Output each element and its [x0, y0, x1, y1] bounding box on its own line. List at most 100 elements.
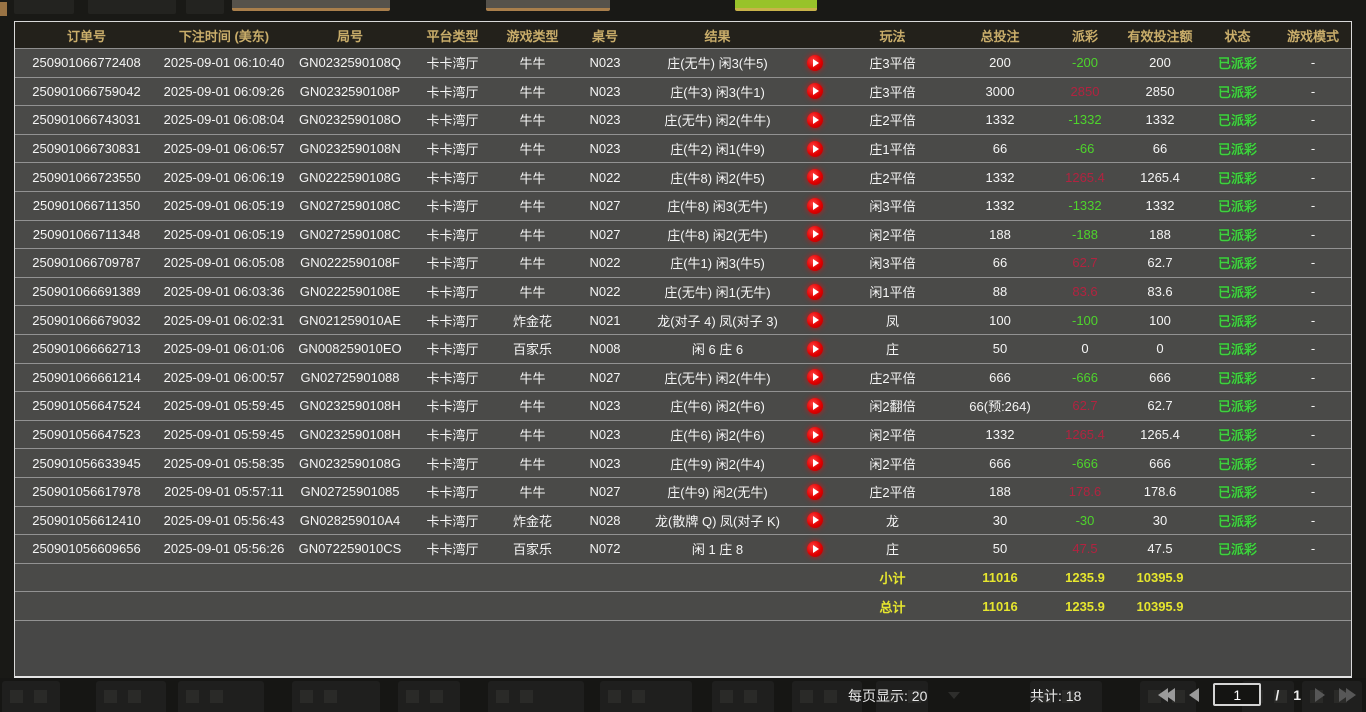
game-mode: -	[1275, 392, 1351, 420]
table-row[interactable]: 2509010667590422025-09-01 06:09:26GN0232…	[15, 78, 1351, 107]
ghost-tab	[712, 681, 774, 712]
result: 庄(牛9) 闲2(牛4)	[640, 449, 795, 477]
toolbar-tab-button-active[interactable]	[735, 0, 817, 11]
table-row[interactable]: 2509010566475242025-09-01 05:59:45GN0232…	[15, 392, 1351, 421]
column-header-8	[795, 22, 835, 48]
total-bet: 666	[950, 364, 1050, 392]
first-page-button[interactable]	[1158, 688, 1175, 702]
table-row[interactable]: 2509010666612142025-09-01 06:00:57GN0272…	[15, 364, 1351, 393]
platform-type: 卡卡湾厅	[410, 478, 495, 506]
table-row[interactable]: 2509010667113502025-09-01 06:05:19GN0272…	[15, 192, 1351, 221]
play-video-icon[interactable]	[807, 455, 823, 471]
result: 庄(牛1) 闲3(牛5)	[640, 249, 795, 277]
play-video-icon[interactable]	[807, 112, 823, 128]
toolbar-tab-button-2[interactable]	[486, 0, 610, 11]
valid-bet-amount: 62.7	[1120, 392, 1200, 420]
subtotal-row-spacer	[640, 564, 795, 592]
play-video-icon[interactable]	[807, 141, 823, 157]
play-video-icon[interactable]	[807, 284, 823, 300]
result-video-cell	[795, 135, 835, 163]
table-row[interactable]: 2509010666627132025-09-01 06:01:06GN0082…	[15, 335, 1351, 364]
subtotal-row-spacer	[570, 564, 640, 592]
prev-page-button[interactable]	[1189, 688, 1199, 702]
toolbar-tab-button-1[interactable]	[232, 0, 390, 11]
play-video-icon[interactable]	[807, 369, 823, 385]
page-size-dropdown-icon[interactable]	[948, 692, 960, 699]
result: 庄(牛3) 闲3(牛1)	[640, 78, 795, 106]
order-number: 250901066730831	[15, 135, 158, 163]
play-video-icon[interactable]	[807, 512, 823, 528]
play-method: 庄2平倍	[835, 163, 950, 191]
status-badge: 已派彩	[1200, 449, 1275, 477]
payout: -666	[1050, 449, 1120, 477]
status-badge: 已派彩	[1200, 421, 1275, 449]
game-mode: -	[1275, 306, 1351, 334]
table-row[interactable]: 2509010566339452025-09-01 05:58:35GN0232…	[15, 449, 1351, 478]
table-row[interactable]: 2509010566124102025-09-01 05:56:43GN0282…	[15, 507, 1351, 536]
table-row[interactable]: 2509010666913892025-09-01 06:03:36GN0222…	[15, 278, 1351, 307]
table-row[interactable]: 2509010667235502025-09-01 06:06:19GN0222…	[15, 163, 1351, 192]
next-page-button[interactable]	[1315, 688, 1325, 702]
table-row[interactable]: 2509010667097872025-09-01 06:05:08GN0222…	[15, 249, 1351, 278]
page-number-input[interactable]	[1213, 683, 1261, 706]
result: 龙(对子 4) 凤(对子 3)	[640, 306, 795, 334]
round-number: GN021259010AE	[290, 306, 410, 334]
play-video-icon[interactable]	[807, 83, 823, 99]
status-badge: 已派彩	[1200, 364, 1275, 392]
result: 龙(散牌 Q) 凤(对子 K)	[640, 507, 795, 535]
table-row[interactable]: 2509010566096562025-09-01 05:56:26GN0722…	[15, 535, 1351, 564]
table-row[interactable]: 2509010667308312025-09-01 06:06:57GN0232…	[15, 135, 1351, 164]
total-bet: 1332	[950, 192, 1050, 220]
subtotal-row-spacer	[495, 564, 570, 592]
platform-type: 卡卡湾厅	[410, 364, 495, 392]
game-type: 牛牛	[495, 421, 570, 449]
order-number: 250901056647523	[15, 421, 158, 449]
game-mode: -	[1275, 135, 1351, 163]
platform-type: 卡卡湾厅	[410, 335, 495, 363]
status-badge: 已派彩	[1200, 192, 1275, 220]
total-bet: 50	[950, 335, 1050, 363]
play-video-icon[interactable]	[807, 169, 823, 185]
platform-type: 卡卡湾厅	[410, 306, 495, 334]
play-method: 庄3平倍	[835, 78, 950, 106]
payout: 1265.4	[1050, 163, 1120, 191]
table-row[interactable]: 2509010566179782025-09-01 05:57:11GN0272…	[15, 478, 1351, 507]
round-number: GN0272590108C	[290, 192, 410, 220]
game-type: 牛牛	[495, 135, 570, 163]
play-video-icon[interactable]	[807, 484, 823, 500]
bet-time: 2025-09-01 06:05:19	[158, 192, 290, 220]
bet-time: 2025-09-01 06:03:36	[158, 278, 290, 306]
play-video-icon[interactable]	[807, 341, 823, 357]
play-video-icon[interactable]	[807, 541, 823, 557]
table-row[interactable]: 2509010666790322025-09-01 06:02:31GN0212…	[15, 306, 1351, 335]
table-row[interactable]: 2509010667724082025-09-01 06:10:40GN0232…	[15, 49, 1351, 78]
bet-time: 2025-09-01 05:58:35	[158, 449, 290, 477]
last-page-button[interactable]	[1339, 688, 1356, 702]
play-video-icon[interactable]	[807, 312, 823, 328]
table-number: N072	[570, 535, 640, 563]
total-row-spacer	[795, 592, 835, 620]
status-badge: 已派彩	[1200, 78, 1275, 106]
table-row[interactable]: 2509010566475232025-09-01 05:59:45GN0232…	[15, 421, 1351, 450]
play-video-icon[interactable]	[807, 55, 823, 71]
valid-bet-amount: 666	[1120, 449, 1200, 477]
page-separator: /	[1275, 687, 1279, 703]
platform-type: 卡卡湾厅	[410, 78, 495, 106]
column-header-7: 结果	[640, 22, 795, 48]
result: 庄(无牛) 闲2(牛牛)	[640, 106, 795, 134]
platform-type: 卡卡湾厅	[410, 449, 495, 477]
round-number: GN072259010CS	[290, 535, 410, 563]
page-size-label[interactable]: 每页显示: 20	[848, 686, 927, 706]
play-video-icon[interactable]	[807, 198, 823, 214]
table-number: N023	[570, 135, 640, 163]
play-video-icon[interactable]	[807, 226, 823, 242]
result-video-cell	[795, 478, 835, 506]
game-mode: -	[1275, 335, 1351, 363]
play-video-icon[interactable]	[807, 398, 823, 414]
game-mode: -	[1275, 421, 1351, 449]
play-video-icon[interactable]	[807, 427, 823, 443]
table-row[interactable]: 2509010667430312025-09-01 06:08:04GN0232…	[15, 106, 1351, 135]
play-video-icon[interactable]	[807, 255, 823, 271]
table-row[interactable]: 2509010667113482025-09-01 06:05:19GN0272…	[15, 221, 1351, 250]
top-toolbar-strip	[0, 0, 1366, 21]
